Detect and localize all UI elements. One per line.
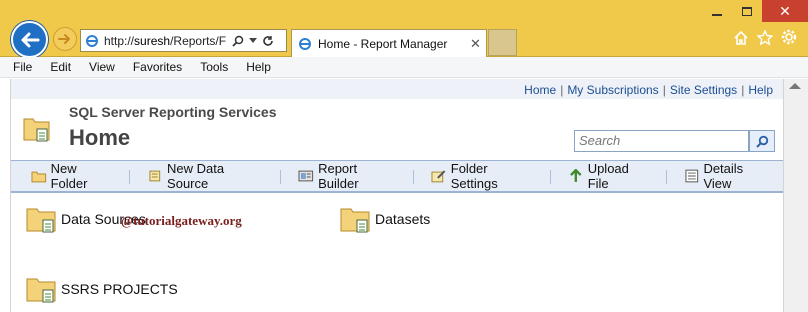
forward-button[interactable] xyxy=(53,27,77,51)
tab-close-icon[interactable]: ✕ xyxy=(470,36,486,52)
dropdown-arrow-icon[interactable] xyxy=(249,37,257,44)
folder-icon xyxy=(26,278,56,303)
tab-title: Home - Report Manager xyxy=(318,36,448,51)
site-settings-link[interactable]: Site Settings xyxy=(670,83,737,97)
report-builder-label: Report Builder xyxy=(318,161,359,191)
home-link[interactable]: Home xyxy=(524,83,556,97)
menu-help[interactable]: Help xyxy=(246,60,271,74)
browser-tools xyxy=(733,29,797,45)
folder-icon xyxy=(26,208,56,233)
my-subscriptions-link[interactable]: My Subscriptions xyxy=(567,83,658,97)
menu-bar: File Edit View Favorites Tools Help xyxy=(0,57,808,78)
address-url[interactable]: http://suresh/Reports/F xyxy=(104,34,226,48)
top-links: Home | My Subscriptions | Site Settings | Help xyxy=(524,83,773,97)
help-link[interactable]: Help xyxy=(748,83,773,97)
vertical-scrollbar[interactable] xyxy=(784,79,808,312)
details-view-icon xyxy=(685,169,698,183)
new-data-source-button[interactable]: New Data Source xyxy=(125,161,276,191)
folder-label[interactable]: SSRS PROJECTS xyxy=(61,281,178,297)
new-tab-button[interactable] xyxy=(488,29,517,56)
folder-label[interactable]: Datasets xyxy=(375,211,430,227)
url-path: /Reports/F xyxy=(170,33,226,48)
window-controls: ✕ xyxy=(702,0,808,24)
search-input[interactable]: Search xyxy=(574,130,749,152)
ie-tab-icon xyxy=(299,37,311,50)
forward-arrow-icon xyxy=(58,34,70,44)
folder-settings-button[interactable]: Folder Settings xyxy=(409,161,546,191)
report-builder-icon xyxy=(298,170,314,182)
search-icon xyxy=(755,135,768,148)
gear-icon[interactable] xyxy=(781,29,797,45)
new-folder-button[interactable]: New Folder xyxy=(11,161,125,191)
new-folder-icon xyxy=(31,171,47,183)
search-icon[interactable] xyxy=(232,35,244,47)
maximize-icon xyxy=(742,6,752,16)
browser-chrome: ✕ http://suresh/Reports/F Home - Report … xyxy=(0,0,808,58)
favorites-star-icon[interactable] xyxy=(757,29,773,45)
browser-tab[interactable]: Home - Report Manager ✕ xyxy=(291,29,487,57)
link-separator: | xyxy=(560,83,564,97)
details-view-label: Details View xyxy=(703,161,744,191)
link-separator: | xyxy=(662,83,666,97)
link-separator: | xyxy=(741,83,745,97)
url-host: suresh xyxy=(134,33,171,48)
minimize-icon xyxy=(712,14,722,16)
details-view-button[interactable]: Details View xyxy=(662,161,783,191)
report-manager-page: Home | My Subscriptions | Site Settings | Help… xyxy=(10,79,784,312)
upload-file-label: Upload File xyxy=(587,161,629,191)
menu-file[interactable]: File xyxy=(13,60,32,74)
folder-icon xyxy=(340,208,370,233)
scroll-up-arrow-icon[interactable] xyxy=(789,83,801,89)
menu-view[interactable]: View xyxy=(89,60,115,74)
new-data-source-icon xyxy=(149,170,161,182)
action-toolbar: New Folder New Data Source Report Builde… xyxy=(11,160,783,193)
address-bar[interactable]: http://suresh/Reports/F xyxy=(80,29,287,52)
back-button[interactable] xyxy=(11,21,48,58)
close-icon: ✕ xyxy=(779,2,791,19)
folder-settings-label: Folder Settings xyxy=(450,161,498,191)
maximize-button[interactable] xyxy=(732,0,762,22)
report-builder-button[interactable]: Report Builder xyxy=(276,161,409,191)
address-actions xyxy=(232,35,274,47)
folder-item-datasets[interactable]: Datasets xyxy=(339,203,430,235)
close-window-button[interactable]: ✕ xyxy=(762,0,808,22)
site-name: SQL Server Reporting Services xyxy=(69,104,277,120)
back-arrow-icon xyxy=(21,32,39,47)
folder-settings-icon xyxy=(431,170,446,183)
menu-tools[interactable]: Tools xyxy=(200,60,228,74)
ie-page-icon xyxy=(86,34,98,47)
new-data-source-label: New Data Source xyxy=(167,161,225,191)
folder-item-ssrs-projects[interactable]: SSRS PROJECTS xyxy=(25,273,178,305)
home-icon[interactable] xyxy=(733,30,749,45)
page-title: Home xyxy=(69,125,131,150)
refresh-icon[interactable] xyxy=(262,35,274,47)
folder-report-icon xyxy=(23,118,50,142)
search-button[interactable] xyxy=(749,130,775,152)
menu-edit[interactable]: Edit xyxy=(50,60,71,74)
new-folder-label: New Folder xyxy=(50,161,88,191)
url-prefix: http:// xyxy=(104,33,135,48)
menu-favorites[interactable]: Favorites xyxy=(133,60,182,74)
upload-arrow-icon xyxy=(570,169,582,182)
minimize-button[interactable] xyxy=(702,0,732,22)
watermark-text: @tutorialgateway.org xyxy=(121,213,242,228)
upload-file-button[interactable]: Upload File xyxy=(546,161,662,191)
